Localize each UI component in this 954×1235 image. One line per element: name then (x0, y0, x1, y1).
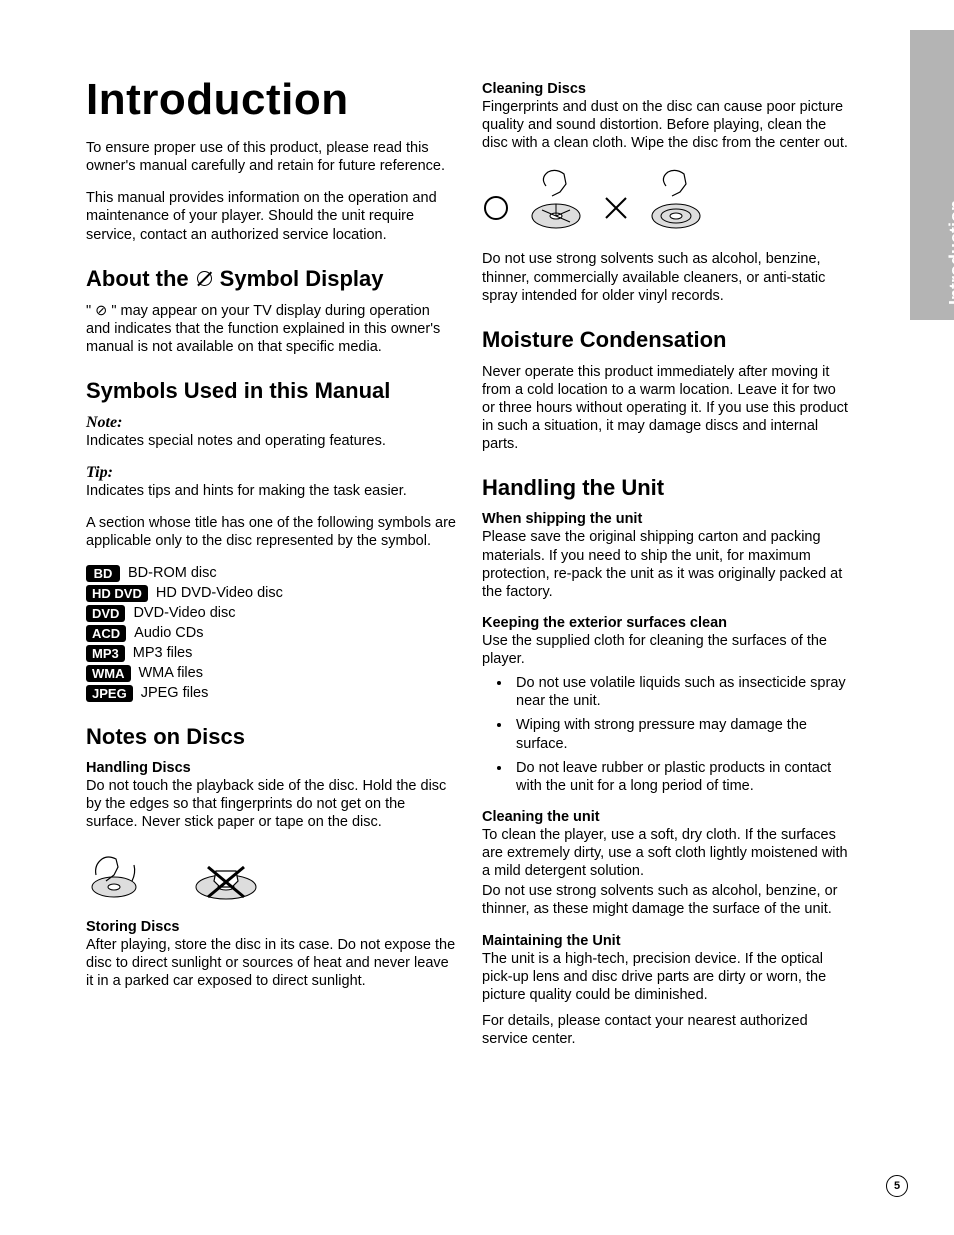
symbols-intro-paragraph: A section whose title has one of the fol… (86, 514, 456, 550)
wrong-mark-icon (602, 166, 630, 236)
note-label: Note: (86, 414, 456, 432)
exterior-bullet-list: Do not use volatile liquids such as inse… (482, 674, 852, 795)
disc-handling-illustration (86, 845, 456, 905)
cleaning-discs-paragraph-2: Do not use strong solvents such as alcoh… (482, 250, 852, 304)
badge-hddvd: HD DVD (86, 585, 148, 602)
badge-row: DVDDVD-Video disc (86, 605, 456, 622)
note-paragraph: Indicates special notes and operating fe… (86, 432, 456, 450)
badge-wma: WMA (86, 665, 131, 682)
list-item: Do not use volatile liquids such as inse… (512, 674, 852, 710)
list-item: Do not leave rubber or plastic products … (512, 759, 852, 795)
page-title: Introduction (86, 75, 456, 125)
badge-row: BDBD-ROM disc (86, 565, 456, 582)
cleaning-unit-paragraph-1: To clean the player, use a soft, dry clo… (482, 826, 852, 880)
shipping-paragraph: Please save the original shipping carton… (482, 528, 852, 601)
hold-disc-correct-icon (86, 845, 146, 905)
heading-moisture: Moisture Condensation (482, 327, 852, 353)
heading-symbols-used: Symbols Used in this Manual (86, 378, 456, 404)
about-symbol-paragraph: " ⊘ " may appear on your TV display duri… (86, 302, 456, 356)
moisture-paragraph: Never operate this product immediately a… (482, 363, 852, 454)
badge-jpeg: JPEG (86, 685, 133, 702)
heading-handling-unit: Handling the Unit (482, 475, 852, 501)
symbol-badge-list: BDBD-ROM disc HD DVDHD DVD-Video disc DV… (86, 565, 456, 702)
page-number: 5 (886, 1175, 908, 1197)
subheading-exterior: Keeping the exterior surfaces clean (482, 615, 852, 631)
intro-paragraph-1: To ensure proper use of this product, pl… (86, 139, 456, 175)
heading-about-symbol: About the Symbol Display (86, 266, 456, 292)
section-tab: Introduction (910, 30, 954, 320)
maintaining-paragraph-1: The unit is a high-tech, precision devic… (482, 950, 852, 1004)
badge-row: HD DVDHD DVD-Video disc (86, 585, 456, 602)
touch-disc-wrong-icon (186, 845, 266, 905)
wipe-radial-icon (526, 166, 586, 236)
subheading-maintaining: Maintaining the Unit (482, 933, 852, 949)
intro-paragraph-2: This manual provides information on the … (86, 189, 456, 243)
right-column: Cleaning Discs Fingerprints and dust on … (482, 75, 852, 1062)
prohibit-icon (197, 271, 212, 286)
wipe-circular-icon (646, 166, 706, 236)
maintaining-paragraph-2: For details, please contact your nearest… (482, 1012, 852, 1048)
tip-label: Tip: (86, 464, 456, 482)
correct-mark-icon (482, 166, 510, 236)
subheading-storing-discs: Storing Discs (86, 919, 456, 935)
left-column: Introduction To ensure proper use of thi… (86, 75, 456, 1062)
badge-row: MP3MP3 files (86, 645, 456, 662)
subheading-handling-discs: Handling Discs (86, 760, 456, 776)
exterior-paragraph: Use the supplied cloth for cleaning the … (482, 632, 852, 668)
subheading-cleaning-unit: Cleaning the unit (482, 809, 852, 825)
tip-paragraph: Indicates tips and hints for making the … (86, 482, 456, 500)
tab-label: Introduction (946, 200, 954, 305)
badge-dvd: DVD (86, 605, 125, 622)
disc-cleaning-illustration (482, 166, 852, 236)
handling-discs-paragraph: Do not touch the playback side of the di… (86, 777, 456, 831)
storing-discs-paragraph: After playing, store the disc in its cas… (86, 936, 456, 990)
badge-row: ACDAudio CDs (86, 625, 456, 642)
cleaning-discs-paragraph-1: Fingerprints and dust on the disc can ca… (482, 98, 852, 152)
badge-bd: BD (86, 565, 120, 582)
subheading-shipping: When shipping the unit (482, 511, 852, 527)
badge-mp3: MP3 (86, 645, 125, 662)
badge-row: WMAWMA files (86, 665, 456, 682)
heading-notes-on-discs: Notes on Discs (86, 724, 456, 750)
badge-row: JPEGJPEG files (86, 685, 456, 702)
cleaning-unit-paragraph-2: Do not use strong solvents such as alcoh… (482, 882, 852, 918)
list-item: Wiping with strong pressure may damage t… (512, 716, 852, 752)
badge-acd: ACD (86, 625, 126, 642)
subheading-cleaning-discs: Cleaning Discs (482, 81, 852, 97)
